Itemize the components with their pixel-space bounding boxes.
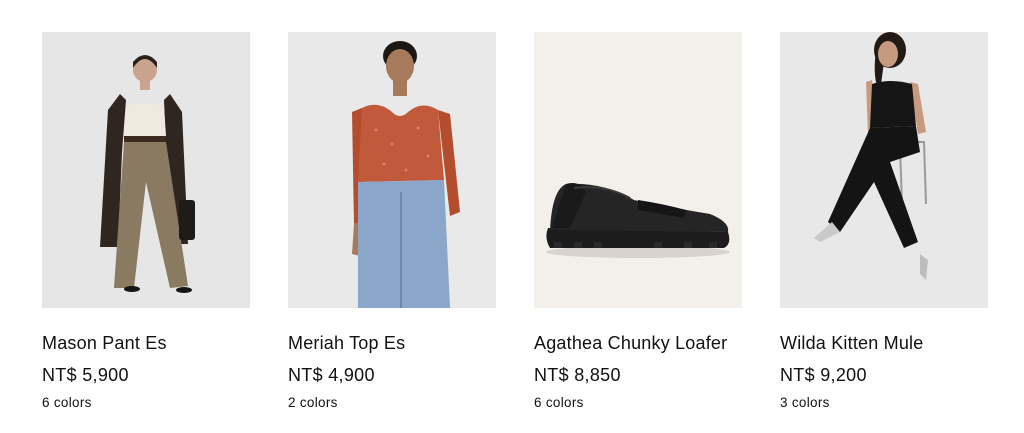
product-price: NT$ 4,900 xyxy=(288,365,375,385)
product-image[interactable] xyxy=(780,32,988,308)
product-photo-model-coat-trousers xyxy=(42,32,250,308)
product-color-count: 6 colors xyxy=(534,395,584,410)
product-price: NT$ 8,850 xyxy=(534,365,621,385)
product-photo-model-red-top-jeans xyxy=(288,32,496,308)
product-price: NT$ 5,900 xyxy=(42,365,129,385)
product-color-count: 2 colors xyxy=(288,395,338,410)
product-name[interactable]: Wilda Kitten Mule xyxy=(780,329,988,358)
product-color-count: 6 colors xyxy=(42,395,92,410)
product-image[interactable] xyxy=(288,32,496,308)
product-image[interactable] xyxy=(534,32,742,308)
product-image[interactable] xyxy=(42,32,250,308)
product-color-count: 3 colors xyxy=(780,395,830,410)
product-photo-black-loafer xyxy=(534,32,742,308)
product-card-mason-pant[interactable]: Mason Pant Es NT$ 5,900 6 colors xyxy=(42,32,250,412)
product-card-meriah-top[interactable]: Meriah Top Es NT$ 4,900 2 colors xyxy=(288,32,496,412)
product-grid: Mason Pant Es NT$ 5,900 6 colors Meriah … xyxy=(42,32,988,412)
product-card-agathea-loafer[interactable]: Agathea Chunky Loafer NT$ 8,850 6 colors xyxy=(534,32,742,412)
product-name[interactable]: Meriah Top Es xyxy=(288,329,496,358)
product-card-wilda-kitten-mule[interactable]: Wilda Kitten Mule NT$ 9,200 3 colors xyxy=(780,32,988,412)
product-price: NT$ 9,200 xyxy=(780,365,867,385)
product-name[interactable]: Mason Pant Es xyxy=(42,329,250,358)
product-photo-model-seated-black-outfit xyxy=(780,32,988,308)
product-name[interactable]: Agathea Chunky Loafer xyxy=(534,329,742,358)
